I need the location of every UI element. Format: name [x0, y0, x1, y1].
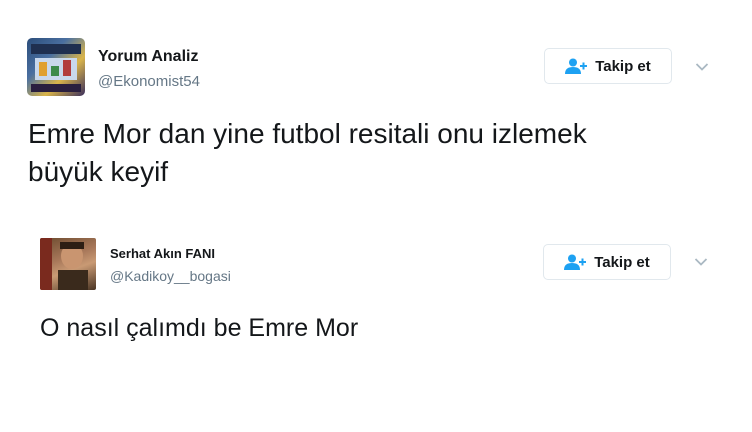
author-handle[interactable]: @Ekonomist54 [98, 73, 200, 90]
avatar[interactable] [27, 38, 85, 96]
person-plus-icon [565, 58, 588, 74]
author-name[interactable]: Serhat Akın FANI [110, 246, 215, 261]
tweet-text-line: büyük keyif [28, 156, 169, 187]
follow-button[interactable]: Takip et [543, 244, 671, 280]
tweet-text-line: O nasıl çalımdı be Emre Mor [40, 314, 359, 342]
tweet: Serhat Akın FANI @Kadikoy__bogasi Takip … [0, 210, 752, 432]
avatar[interactable] [40, 238, 96, 290]
tweet-text-line: Emre Mor dan yine futbol resitali onu iz… [28, 118, 587, 149]
follow-button-label: Takip et [594, 253, 650, 271]
chevron-down-icon[interactable] [694, 257, 708, 267]
chevron-down-icon[interactable] [695, 62, 709, 72]
follow-button[interactable]: Takip et [544, 48, 672, 84]
tweet: Yorum Analiz @Ekonomist54 Takip et Emre … [0, 0, 752, 210]
author-name[interactable]: Yorum Analiz [98, 48, 198, 66]
person-plus-icon [564, 254, 587, 270]
author-handle[interactable]: @Kadikoy__bogasi [110, 268, 231, 284]
follow-button-label: Takip et [595, 57, 651, 75]
